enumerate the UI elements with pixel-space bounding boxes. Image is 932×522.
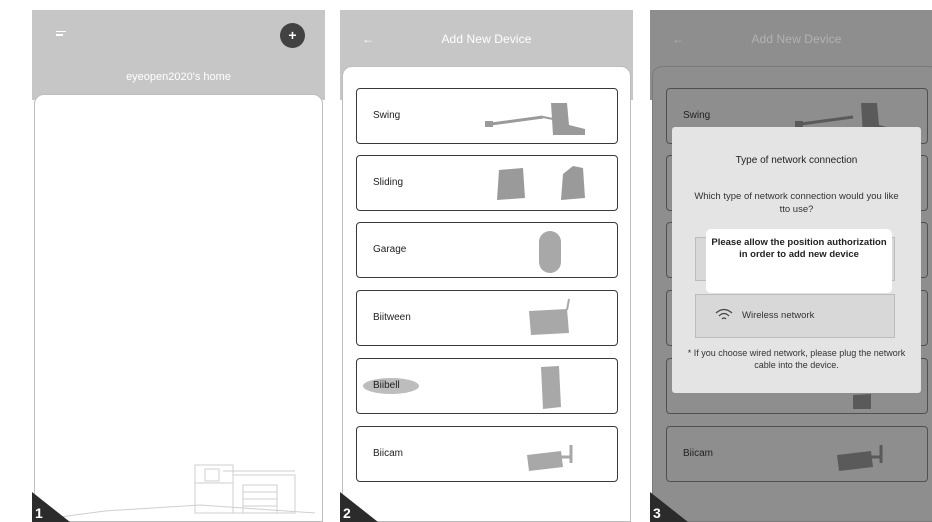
device-item-biitween[interactable]: Biitween xyxy=(356,290,618,346)
device-item-biicam[interactable]: Biicam xyxy=(356,426,618,482)
home-screen: + eyeopen2020's home 1 xyxy=(32,10,325,522)
wireless-network-label: Wireless network xyxy=(742,310,815,321)
step-number: 2 xyxy=(343,505,351,521)
step-number: 1 xyxy=(35,505,43,521)
device-label: Swing xyxy=(373,110,401,121)
page-title: Add New Device xyxy=(441,32,532,46)
dialog-message: Which type of network connection would y… xyxy=(694,191,899,215)
home-content-card xyxy=(34,94,323,522)
camera-icon xyxy=(837,445,883,471)
wifi-icon xyxy=(715,308,733,320)
sliding-gate-icon xyxy=(497,166,585,200)
device-item-biibell[interactable]: Biibell xyxy=(356,358,618,414)
add-device-screen: ← Add New Device Swing Sliding Garage Bi… xyxy=(340,10,633,522)
device-label: Biicam xyxy=(373,448,404,459)
dialog-title: Type of network connection xyxy=(735,155,858,166)
camera-icon xyxy=(527,445,573,471)
wireless-network-option[interactable]: Wireless network xyxy=(695,294,895,338)
permission-tooltip: Please allow the position authorization … xyxy=(706,229,892,293)
page-title: Add New Device xyxy=(751,32,842,46)
garage-opener-icon xyxy=(539,231,561,273)
device-label: Biibell xyxy=(373,380,400,391)
home-title: eyeopen2020's home xyxy=(126,71,231,83)
add-device-button[interactable]: + xyxy=(280,23,305,48)
menu-icon[interactable] xyxy=(56,31,66,39)
device-label: Garage xyxy=(373,244,407,255)
home-header xyxy=(32,10,325,100)
device-item-garage[interactable]: Garage xyxy=(356,222,618,278)
device-label: Swing xyxy=(683,110,711,121)
step-number: 3 xyxy=(653,505,661,521)
biitween-device-icon xyxy=(529,298,570,335)
house-illustration-icon xyxy=(45,464,316,520)
device-item-swing[interactable]: Swing xyxy=(356,88,618,144)
device-label: Sliding xyxy=(373,177,404,188)
doorbell-icon xyxy=(541,366,561,409)
swing-gate-icon xyxy=(485,103,585,135)
device-label: Biitween xyxy=(373,312,411,323)
tutorial-screens: + eyeopen2020's home 1 ← Add New Device … xyxy=(0,0,932,522)
device-item-biicam: Biicam xyxy=(666,426,928,482)
device-item-sliding[interactable]: Sliding xyxy=(356,155,618,211)
device-label: Biicam xyxy=(683,448,714,459)
dialog-footnote: * If you choose wired network, please pl… xyxy=(687,348,906,370)
